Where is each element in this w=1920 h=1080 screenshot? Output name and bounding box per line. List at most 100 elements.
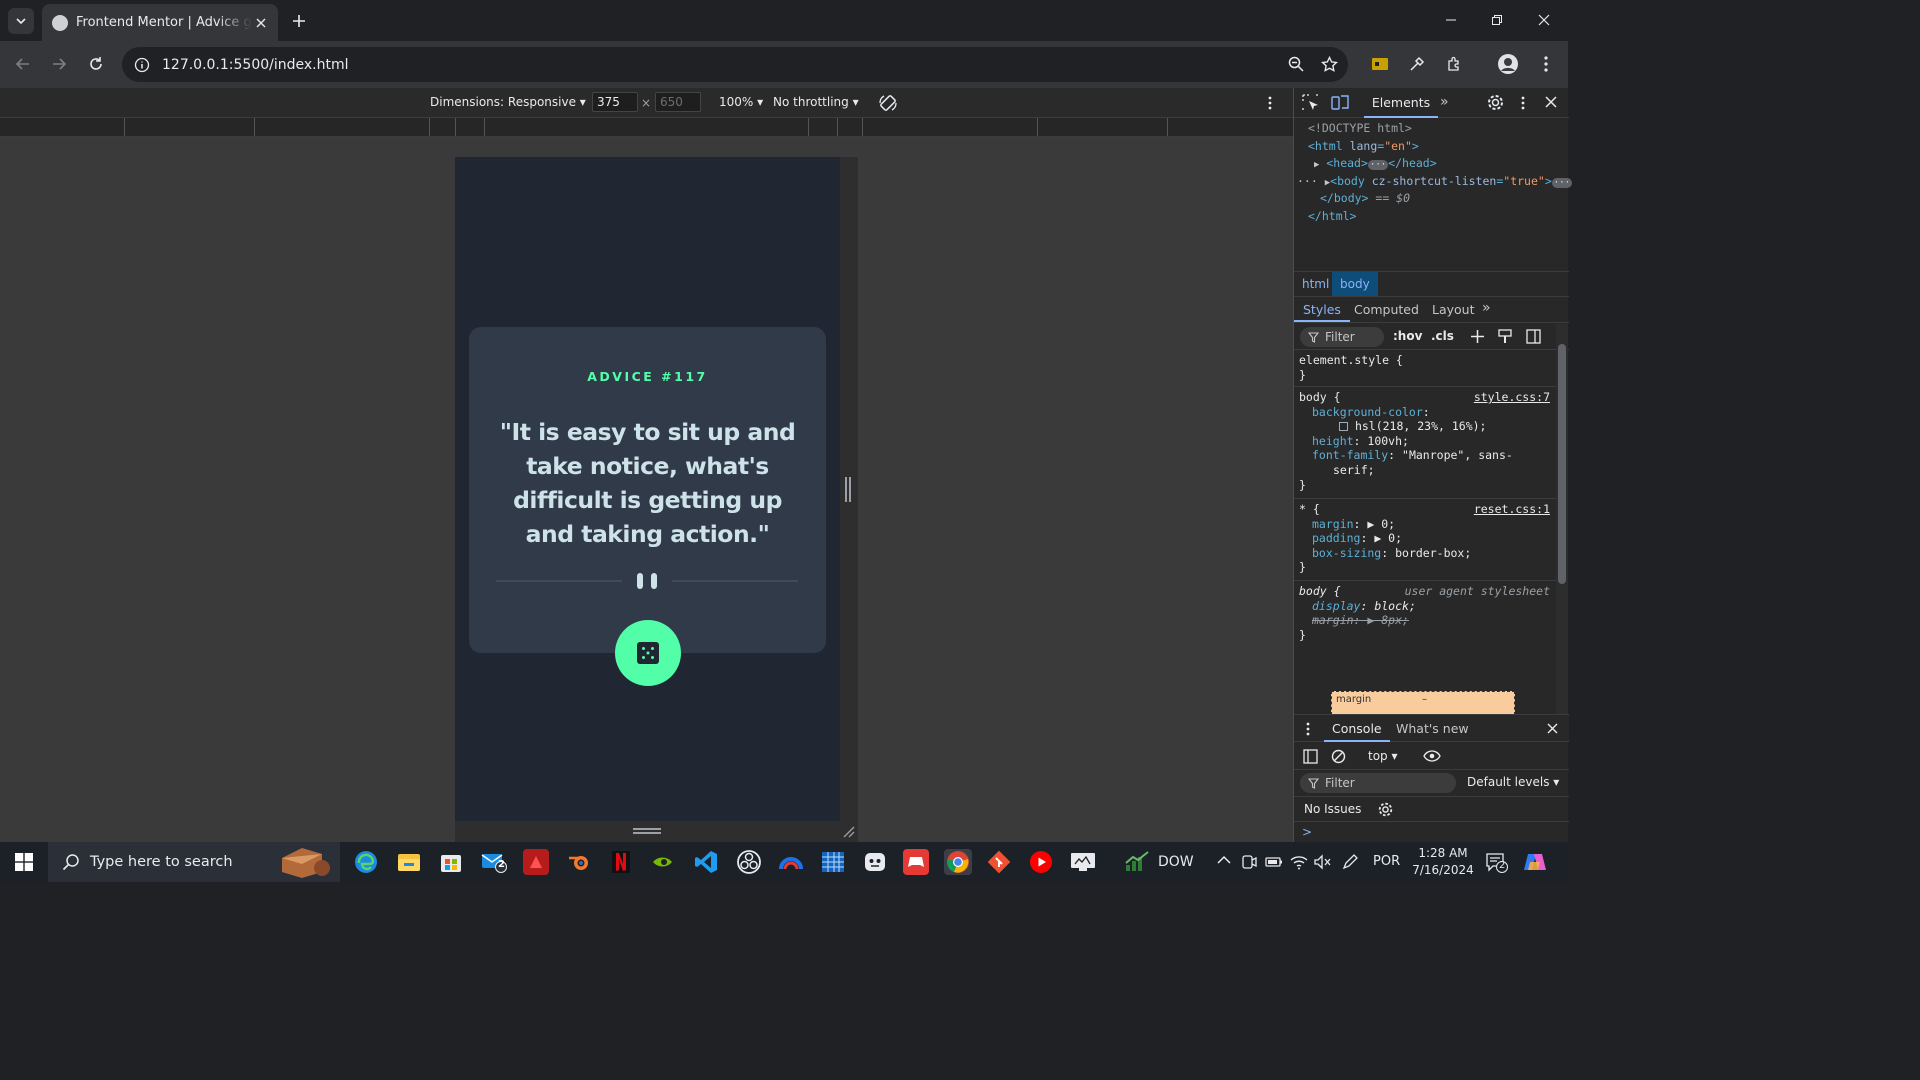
taskbar-git[interactable] xyxy=(986,849,1012,875)
device-toggle-button[interactable] xyxy=(1331,94,1349,111)
throttling-dropdown[interactable]: No throttling ▾ xyxy=(773,95,859,109)
dom-tree[interactable]: <!DOCTYPE html> <html lang="en"> ▶ <head… xyxy=(1294,120,1573,280)
console-settings-button[interactable] xyxy=(1378,802,1393,817)
drawer-close-button[interactable] xyxy=(1547,723,1558,734)
taskbar-app-arc[interactable] xyxy=(778,849,804,875)
tray-network[interactable] xyxy=(1290,854,1308,870)
rotate-button[interactable] xyxy=(878,93,898,113)
taskbar-edge[interactable] xyxy=(353,849,379,875)
new-tab-button[interactable] xyxy=(288,10,310,32)
width-resize-handle[interactable] xyxy=(845,477,851,502)
tab-layout[interactable]: Layout xyxy=(1432,302,1475,317)
language-indicator[interactable]: POR xyxy=(1373,854,1400,869)
dom-node-html[interactable]: <html lang="en"> xyxy=(1308,138,1419,156)
corner-resize-handle[interactable] xyxy=(840,823,856,839)
drawer-menu-button[interactable] xyxy=(1306,722,1310,736)
tab-elements[interactable]: Elements xyxy=(1364,88,1438,118)
address-bar[interactable]: 127.0.0.1:5500/index.html xyxy=(122,47,1348,82)
taskbar-app-sg[interactable] xyxy=(1070,849,1096,875)
tray-pen[interactable] xyxy=(1342,854,1358,870)
copilot-button[interactable] xyxy=(1522,850,1548,874)
taskbar-search-box[interactable]: Type here to search xyxy=(48,842,340,882)
styles-scrollbar[interactable] xyxy=(1556,324,1568,714)
clear-console-button[interactable] xyxy=(1331,749,1346,764)
more-tabs-button[interactable]: » xyxy=(1440,94,1449,110)
scrollbar-thumb[interactable] xyxy=(1558,344,1566,584)
collapsed-ellipsis[interactable]: ··· xyxy=(1551,177,1573,188)
rule-user-agent[interactable]: user agent stylesheet body { display: bl… xyxy=(1294,581,1556,647)
url-text[interactable]: 127.0.0.1:5500/index.html xyxy=(162,57,349,73)
browser-tab-active[interactable]: Frontend Mentor | Advice generator app xyxy=(42,4,278,41)
dimensions-dropdown[interactable]: Dimensions: Responsive ▾ xyxy=(430,95,586,109)
box-model-diagram[interactable]: margin – xyxy=(1331,691,1515,715)
taskbar-vscode[interactable] xyxy=(693,849,719,875)
taskbar-app-grid[interactable] xyxy=(820,849,846,875)
info-icon[interactable] xyxy=(134,57,150,73)
taskbar-clock[interactable]: 1:28 AM 7/16/2024 xyxy=(1405,845,1481,879)
stock-widget[interactable] xyxy=(1124,849,1150,875)
breadcrumb-html[interactable]: html xyxy=(1302,277,1329,291)
profile-avatar[interactable] xyxy=(1494,50,1522,78)
taskbar-app-face[interactable] xyxy=(862,849,888,875)
tray-battery[interactable] xyxy=(1265,854,1283,870)
live-expression-button[interactable] xyxy=(1423,750,1441,762)
devtools-settings-button[interactable] xyxy=(1487,94,1504,111)
new-rule-button[interactable] xyxy=(1470,329,1485,344)
minimize-button[interactable] xyxy=(1437,8,1465,32)
devtools-menu-button[interactable] xyxy=(1521,96,1525,110)
reload-button[interactable] xyxy=(82,50,110,78)
tray-meet-now[interactable] xyxy=(1241,854,1257,870)
taskbar-file-explorer[interactable] xyxy=(396,849,422,875)
width-input[interactable]: 375 xyxy=(592,92,638,112)
dice-button[interactable] xyxy=(615,620,681,686)
styles-filter-input[interactable]: Filter xyxy=(1300,327,1384,347)
extensions-button[interactable] xyxy=(1440,50,1468,78)
tab-search-button[interactable] xyxy=(8,8,34,34)
rule-reset[interactable]: reset.css:1 * { margin: ▶ 0; padding: ▶ … xyxy=(1294,499,1556,581)
rule-element-style[interactable]: element.style { } xyxy=(1294,350,1556,387)
show-hidden-icons-button[interactable] xyxy=(1217,855,1231,865)
restore-button[interactable] xyxy=(1483,8,1511,32)
console-sidebar-button[interactable] xyxy=(1303,749,1318,764)
browser-menu-button[interactable] xyxy=(1532,50,1560,78)
zoom-dropdown[interactable]: 100% ▾ xyxy=(719,95,763,109)
devtools-close-button[interactable] xyxy=(1545,96,1557,108)
extension-eyedropper[interactable] xyxy=(1403,50,1431,78)
tab-whats-new[interactable]: What's new xyxy=(1396,721,1469,736)
issues-counter[interactable]: No Issues xyxy=(1304,802,1361,816)
console-prompt[interactable]: > xyxy=(1302,825,1312,839)
taskbar-blender[interactable] xyxy=(566,849,592,875)
console-filter-input[interactable]: Filter xyxy=(1300,773,1456,793)
forward-button[interactable] xyxy=(45,50,73,78)
taskbar-app-red[interactable] xyxy=(523,849,549,875)
extension-bookmarks[interactable] xyxy=(1366,50,1394,78)
hov-button[interactable]: :hov xyxy=(1393,329,1422,343)
inspect-element-button[interactable] xyxy=(1302,94,1319,111)
dom-node-doctype[interactable]: <!DOCTYPE html> xyxy=(1308,120,1412,138)
zoom-button[interactable] xyxy=(1282,50,1310,78)
taskbar-nvidia[interactable] xyxy=(651,849,677,875)
color-swatch[interactable] xyxy=(1339,422,1348,432)
device-toolbar-more-button[interactable] xyxy=(1268,96,1272,110)
collapsed-ellipsis[interactable]: ··· xyxy=(1367,160,1389,170)
taskbar-youtube-music[interactable] xyxy=(1028,849,1054,875)
toggle-sidebar-button[interactable] xyxy=(1526,329,1541,344)
taskbar-chrome[interactable] xyxy=(944,849,972,875)
more-styles-tabs-button[interactable]: » xyxy=(1482,300,1491,316)
cls-button[interactable]: .cls xyxy=(1431,329,1454,343)
taskbar-netflix[interactable] xyxy=(608,849,634,875)
back-button[interactable] xyxy=(9,50,37,78)
node-actions-ellipsis[interactable]: ··· xyxy=(1294,174,1318,188)
taskbar-store[interactable] xyxy=(438,849,464,875)
log-levels-dropdown[interactable]: Default levels ▾ xyxy=(1467,775,1559,789)
start-button[interactable] xyxy=(0,842,48,882)
taskbar-mail[interactable]: 2 xyxy=(481,849,507,875)
height-resize-handle[interactable] xyxy=(633,828,661,835)
notification-center-button[interactable]: 2 xyxy=(1485,852,1509,874)
tab-close-button[interactable] xyxy=(252,14,270,32)
dom-node-html-close[interactable]: </html> xyxy=(1308,208,1356,226)
breadcrumb-body[interactable]: body xyxy=(1332,272,1378,296)
taskbar-obs[interactable] xyxy=(736,849,762,875)
tab-styles[interactable]: Styles xyxy=(1294,297,1350,322)
toggle-styles-button[interactable] xyxy=(1498,329,1512,344)
